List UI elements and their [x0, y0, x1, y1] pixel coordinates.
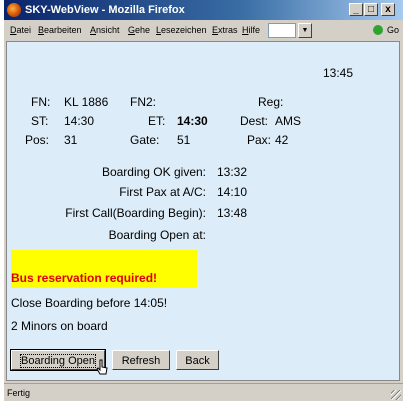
go-arrow-icon[interactable]: [373, 25, 383, 35]
page-content: 13:45 FN: KL 1886 FN2: Reg: ST: 14:30 ET…: [6, 41, 400, 381]
status-bar: Fertig: [4, 383, 403, 402]
menu-gehe[interactable]: Gehe: [128, 20, 150, 40]
menu-lesezeichen[interactable]: Lesezeichen: [156, 20, 207, 40]
pos-value: 31: [64, 133, 78, 147]
go-button-label[interactable]: Go: [387, 20, 399, 40]
st-label: ST:: [31, 114, 49, 128]
close-boarding-note: Close Boarding before 14:05!: [11, 296, 168, 310]
first-pax-value: 14:10: [217, 185, 248, 199]
pax-label: Pax:: [247, 133, 272, 147]
gate-label: Gate:: [130, 133, 160, 147]
browser-window: SKY-WebView - Mozilla Firefox _ □ x Date…: [4, 0, 403, 401]
dest-label: Dest:: [240, 114, 269, 128]
first-call-label: First Call(Boarding Begin):: [65, 206, 206, 220]
boarding-ok-label: Boarding OK given:: [101, 165, 206, 179]
chevron-down-icon[interactable]: ▼: [298, 23, 312, 38]
pos-label: Pos:: [25, 133, 50, 147]
fn2-label: FN2:: [130, 95, 157, 109]
pointer-cursor-icon: [96, 359, 108, 375]
st-value: 14:30: [64, 114, 95, 128]
menu-ansicht[interactable]: Ansicht: [90, 20, 120, 40]
gate-value: 51: [177, 133, 191, 147]
current-time: 13:45: [323, 66, 354, 80]
boarding-open-button-label: Boarding Open: [20, 354, 96, 368]
refresh-button[interactable]: Refresh: [112, 350, 170, 370]
title-bar: SKY-WebView - Mozilla Firefox _ □ x: [4, 0, 403, 20]
menu-datei[interactable]: Datei: [10, 20, 31, 40]
menu-hilfe[interactable]: Hilfe: [242, 20, 260, 40]
close-button[interactable]: x: [381, 3, 395, 16]
minimize-button[interactable]: _: [349, 3, 363, 16]
back-button[interactable]: Back: [176, 350, 219, 370]
minors-note: 2 Minors on board: [11, 319, 108, 333]
boarding-open-label: Boarding Open at:: [108, 228, 206, 242]
reg-label: Reg:: [258, 95, 284, 109]
status-text: Fertig: [7, 388, 31, 398]
first-pax-label: First Pax at A/C:: [119, 185, 206, 199]
firefox-icon: [7, 3, 21, 17]
first-call-value: 13:48: [217, 206, 248, 220]
resize-grip-icon[interactable]: [391, 390, 401, 400]
fn-value: KL 1886: [64, 95, 109, 109]
et-value: 14:30: [177, 114, 208, 128]
menu-extras[interactable]: Extras: [212, 20, 238, 40]
boarding-ok-value: 13:32: [217, 165, 248, 179]
pax-value: 42: [275, 133, 289, 147]
et-label: ET:: [148, 114, 166, 128]
boarding-open-button[interactable]: Boarding Open: [10, 349, 106, 371]
window-title: SKY-WebView - Mozilla Firefox: [25, 4, 185, 16]
menu-bearbeiten[interactable]: Bearbeiten: [38, 20, 82, 40]
bus-reservation-warning: Bus reservation required!: [11, 271, 158, 285]
warning-banner: Bus reservation required!: [11, 250, 197, 288]
fn-label: FN:: [31, 95, 51, 109]
toolbar-page-icon-box[interactable]: [268, 23, 296, 38]
menu-bar: Datei Bearbeiten Ansicht Gehe Lesezeiche…: [4, 20, 403, 40]
dest-value: AMS: [275, 114, 302, 128]
maximize-button[interactable]: □: [364, 3, 378, 16]
